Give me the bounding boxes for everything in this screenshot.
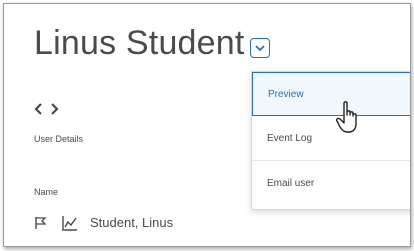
window-frame: Linus Student User Details Name Student,…: [3, 3, 411, 247]
user-details-label: User Details: [34, 134, 84, 144]
nav-arrows: [34, 101, 74, 117]
menu-item-email-user[interactable]: Email user: [252, 162, 410, 206]
table-row: Student, Linus: [34, 214, 234, 232]
chevron-right-icon[interactable]: [51, 103, 59, 115]
flag-icon[interactable]: [34, 216, 48, 230]
menu-item-preview[interactable]: Preview: [252, 72, 410, 116]
page-title: Linus Student: [34, 24, 245, 62]
name-column-header[interactable]: Name: [34, 187, 58, 197]
menu-item-event-log[interactable]: Event Log: [252, 117, 410, 161]
hand-pointer-icon: [336, 101, 357, 133]
student-name-link[interactable]: Student, Linus: [90, 215, 173, 230]
line-chart-icon[interactable]: [62, 215, 78, 231]
chevron-left-icon[interactable]: [34, 103, 42, 115]
context-menu: Preview Event Log Email user: [251, 71, 410, 210]
context-menu-button[interactable]: [250, 38, 270, 58]
chevron-down-icon: [255, 45, 265, 52]
